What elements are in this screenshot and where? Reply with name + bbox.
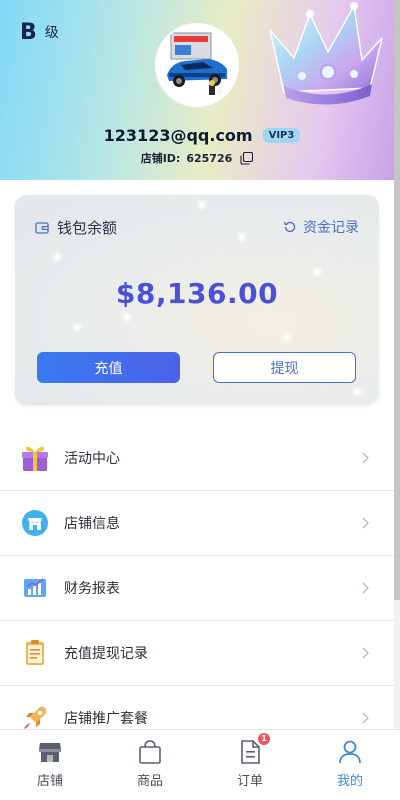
tab-label: 我的 (336, 774, 363, 789)
sparkle-dot (75, 325, 79, 329)
fund-records-link[interactable]: 资金记录 (283, 217, 359, 237)
copy-icon[interactable] (240, 151, 254, 165)
store-info-icon (22, 510, 48, 536)
tab-store[interactable]: 店铺 (0, 730, 100, 800)
store-id-label: 店铺ID: (140, 152, 181, 165)
profile-page: B 级 123123@qq.com VIP3 店铺ID: 625726 钱包余额… (0, 0, 400, 800)
account-row: 123123@qq.com VIP3 (0, 126, 394, 145)
tab-label: 店铺 (36, 774, 63, 789)
wallet-balance: $8,136.00 (115, 277, 279, 310)
level-badge: B 级 (20, 22, 59, 44)
wallet-card: 钱包余额 资金记录 $8,136.00 充值 提现 (15, 195, 379, 405)
user-icon (339, 740, 361, 764)
sparkle-dot (125, 315, 129, 319)
store-id-value: 625726 (186, 151, 233, 165)
store-icon (39, 743, 61, 762)
menu-item-recharge-withdraw-records[interactable]: 充值提现记录 (0, 621, 394, 686)
wallet-title-row: 钱包余额 (35, 217, 117, 238)
level-letter: B (20, 20, 37, 45)
shopping-bag-icon (139, 740, 161, 764)
sparkle-dot (285, 335, 289, 339)
avatar[interactable] (157, 25, 237, 105)
orders-badge: 1 (258, 733, 270, 745)
menu-item-label: 财务报表 (64, 581, 120, 597)
gift-icon (22, 446, 48, 471)
sparkle-dot (355, 390, 359, 394)
sparkle-dot (200, 203, 204, 207)
vip-badge: VIP3 (262, 128, 301, 143)
withdraw-button[interactable]: 提现 (213, 352, 356, 383)
sparkle-dot (240, 235, 244, 239)
menu-item-label: 活动中心 (64, 451, 120, 467)
finance-chart-icon (24, 578, 46, 597)
chevron-right-icon (362, 517, 369, 529)
fund-records-label: 资金记录 (303, 220, 359, 236)
menu-list: 活动中心 店铺信息 财务报表 充值提现记录 店铺推广套餐 (0, 426, 394, 751)
menu-item-label: 充值提现记录 (64, 646, 148, 662)
menu-item-label: 店铺信息 (64, 516, 120, 532)
wallet-title: 钱包余额 (57, 219, 118, 237)
sparkle-dot (55, 255, 59, 259)
chevron-right-icon (362, 582, 369, 594)
chevron-right-icon (362, 712, 369, 724)
bottom-tab-bar: 店铺 商品 1 订单 我的 (0, 729, 400, 800)
menu-item-label: 店铺推广套餐 (64, 711, 148, 727)
account-email: 123123@qq.com (103, 126, 253, 145)
level-text: 级 (44, 25, 59, 41)
tab-label: 商品 (136, 774, 163, 789)
chevron-right-icon (362, 452, 369, 464)
menu-item-financial-report[interactable]: 财务报表 (0, 556, 394, 621)
history-icon (283, 221, 296, 233)
tab-label: 订单 (236, 774, 263, 789)
crown-icon (269, 2, 383, 105)
chevron-right-icon (362, 647, 369, 659)
profile-header: B 级 123123@qq.com VIP3 店铺ID: 625726 (0, 0, 394, 180)
sparkle-dot (315, 270, 319, 274)
crown-decoration (258, 0, 388, 110)
race-car-avatar-image (157, 25, 237, 105)
menu-item-store-info[interactable]: 店铺信息 (0, 491, 394, 556)
clipboard-icon (26, 640, 44, 665)
tab-mine[interactable]: 我的 (300, 730, 400, 800)
recharge-button[interactable]: 充值 (37, 352, 180, 383)
store-id-row: 店铺ID: 625726 (0, 150, 394, 166)
wallet-icon (35, 221, 49, 234)
tab-orders[interactable]: 1 订单 (200, 730, 300, 800)
tab-products[interactable]: 商品 (100, 730, 200, 800)
scrollbar-thumb[interactable] (394, 0, 400, 600)
menu-item-activity-center[interactable]: 活动中心 (0, 426, 394, 491)
